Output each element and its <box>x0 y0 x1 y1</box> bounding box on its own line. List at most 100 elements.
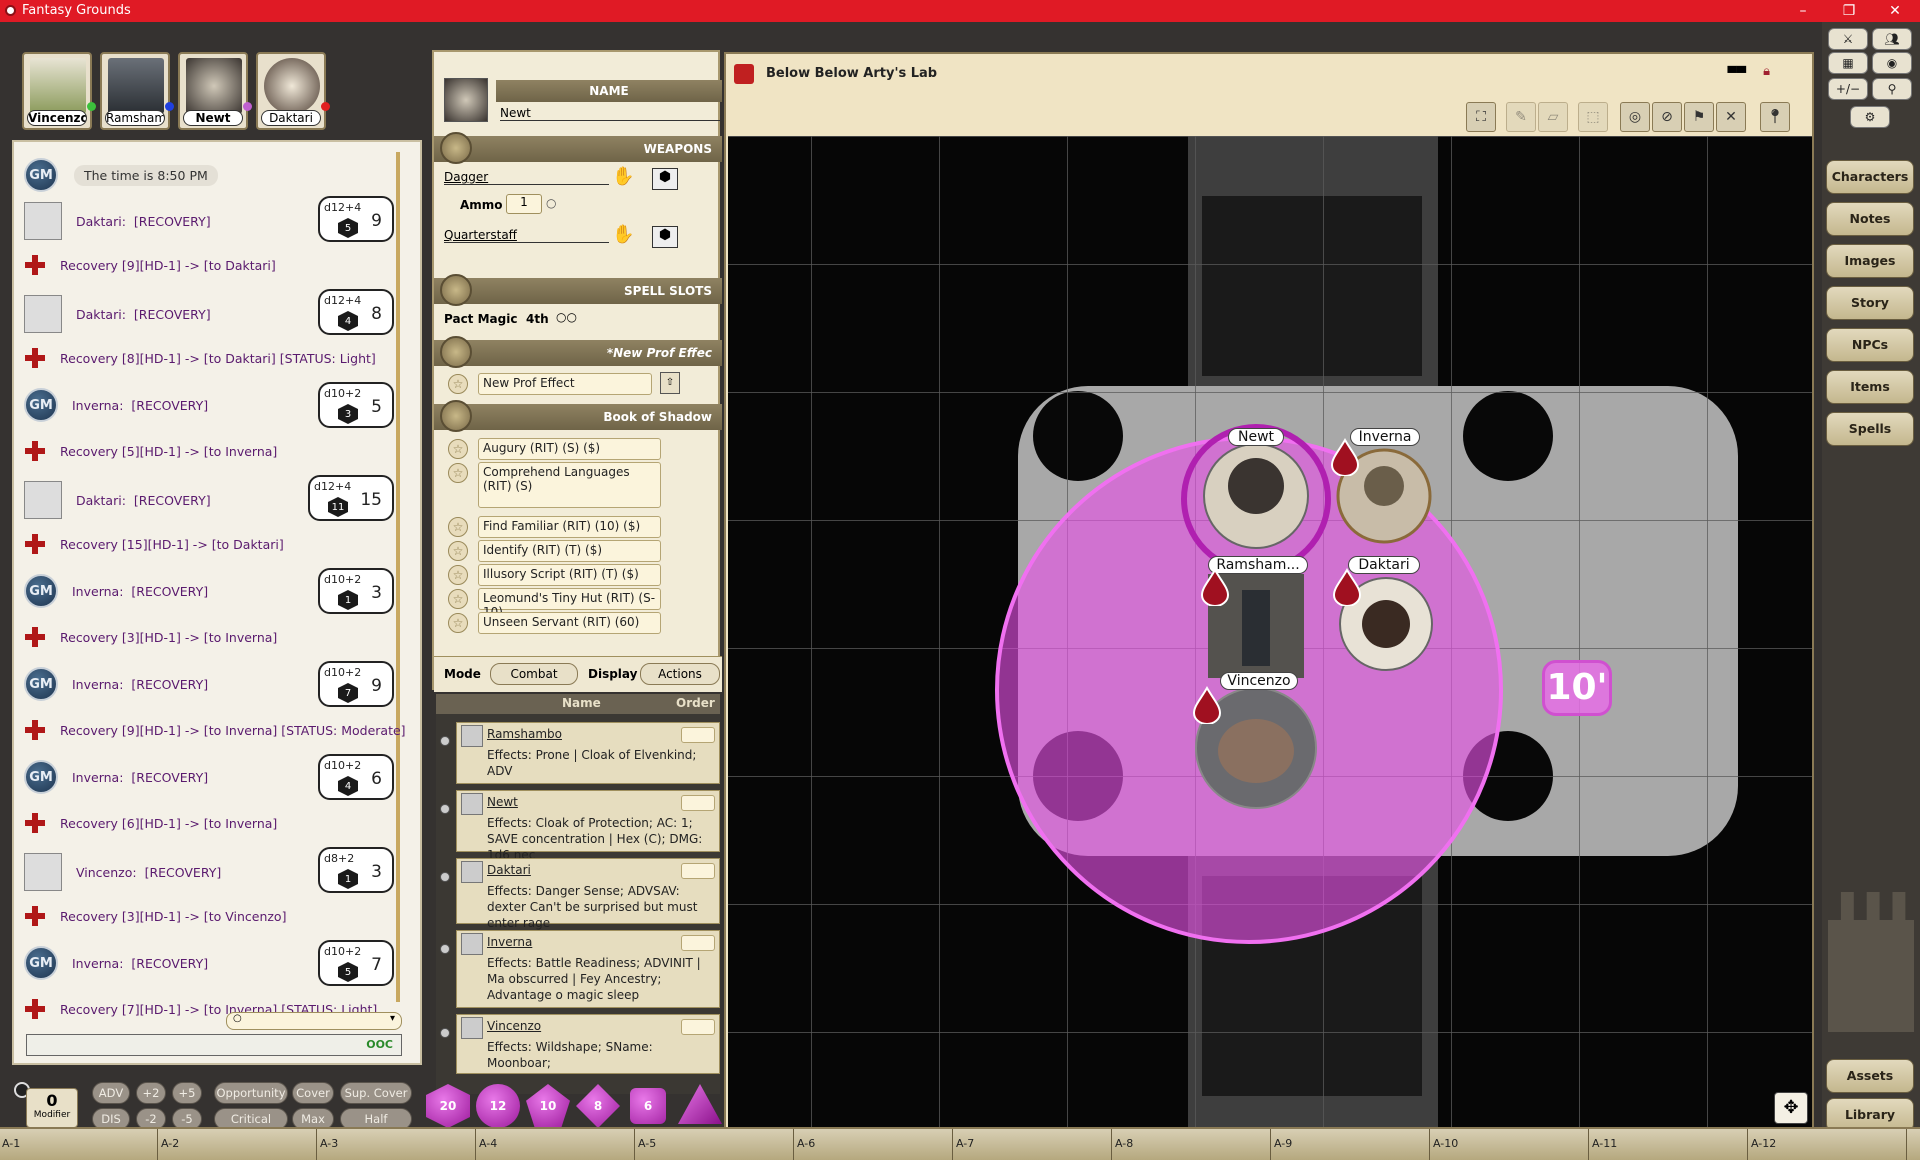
close-button[interactable]: ✕ <box>1872 0 1918 22</box>
hotkey-slot[interactable]: A-9 <box>1272 1129 1430 1160</box>
spell-item[interactable]: Leomund's Tiny Hut (RIT) (S-10) <box>478 588 661 619</box>
die-button-d8[interactable]: 8 <box>576 1084 620 1128</box>
modifier-button[interactable]: Sup. Cover <box>340 1082 412 1104</box>
flag-icon[interactable]: ⚑ <box>1684 102 1714 132</box>
die-button-d12[interactable]: 12 <box>476 1084 520 1128</box>
combatant-name[interactable]: Daktari <box>487 863 531 877</box>
modifier-button[interactable]: +2 <box>136 1082 166 1104</box>
combat-tracker[interactable]: Name Order Ramshambo Effects: Prone | Clo… <box>436 694 720 1094</box>
hotkey-slot[interactable]: A-3 <box>318 1129 476 1160</box>
combat-row[interactable]: Daktari Effects: Danger Sense; ADVSAV: de… <box>456 858 720 930</box>
spell-item[interactable]: Unseen Servant (RIT) (60) <box>478 612 661 634</box>
portrait-newt[interactable]: Newt <box>178 52 252 130</box>
combatant-name[interactable]: Vincenzo <box>487 1019 541 1033</box>
sidebar-notes-button[interactable]: Notes <box>1826 202 1914 236</box>
modifiers-button[interactable]: +/− <box>1828 78 1868 100</box>
display-select[interactable]: Actions <box>640 663 720 685</box>
hotkey-slot[interactable]: A-8 <box>1113 1129 1271 1160</box>
image-window[interactable]: Below Below Arty's Lab ▀▀ 🔒︎ ⛶ ✎ ▱ ⬚ ◎ ⊘… <box>724 52 1814 1130</box>
die-button-d6[interactable]: 6 <box>630 1088 666 1124</box>
roll-result-box[interactable]: d10+2 1 3 <box>318 568 394 614</box>
spell-item[interactable]: Augury (RIT) (S) ($) <box>478 438 661 460</box>
spell-item[interactable]: Identify (RIT) (T) ($) <box>478 540 661 562</box>
ooc-badge[interactable]: OOC <box>366 1038 393 1051</box>
sidebar-items-button[interactable]: Items <box>1826 370 1914 404</box>
draw-icon[interactable]: ✎ <box>1506 102 1536 132</box>
star-icon[interactable]: ☆ <box>448 613 468 633</box>
modifier-button[interactable]: +5 <box>172 1082 202 1104</box>
star-icon[interactable]: ☆ <box>448 517 468 537</box>
name-field[interactable]: Newt <box>500 106 722 121</box>
ammo-checkbox[interactable]: ○ <box>546 196 556 210</box>
roll-result-box[interactable]: d10+2 3 5 <box>318 382 394 428</box>
targeting-icon[interactable]: ✕ <box>1716 102 1746 132</box>
spell-item[interactable]: Find Familiar (RIT) (10) ($) <box>478 516 661 538</box>
sidebar-spells-button[interactable]: Spells <box>1826 412 1914 446</box>
prof-effect-field[interactable]: New Prof Effect <box>478 373 652 395</box>
star-icon[interactable]: ☆ <box>448 541 468 561</box>
hotkey-slot[interactable]: A-2 <box>159 1129 317 1160</box>
restore-icon[interactable]: ❐ <box>1826 0 1872 22</box>
hotkey-slot[interactable]: A-7 <box>954 1129 1112 1160</box>
hotkey-slot[interactable]: A-1 <box>0 1129 158 1160</box>
roll-result-box[interactable]: d8+2 1 3 <box>318 847 394 893</box>
roll-result-box[interactable]: d10+2 7 9 <box>318 661 394 707</box>
spell-item[interactable]: Illusory Script (RIT) (T) ($) <box>478 564 661 586</box>
combatant-name[interactable]: Ramshambo <box>487 727 562 741</box>
active-turn-radio[interactable] <box>440 736 450 746</box>
party-icon[interactable]: 👥︎ <box>1872 28 1912 50</box>
active-turn-radio[interactable] <box>440 1028 450 1038</box>
map-canvas[interactable]: Newt Inverna Ramsham... Daktari Vincenzo… <box>728 136 1812 1128</box>
spell-item[interactable]: Comprehend Languages (RIT) (S) <box>478 462 661 508</box>
lock-icon[interactable]: 🔒︎ <box>1763 64 1770 79</box>
pact-slot-checkboxes[interactable]: ○○ <box>556 310 577 324</box>
chat-input[interactable]: OOC <box>26 1034 402 1056</box>
active-turn-radio[interactable] <box>440 804 450 814</box>
combat-row[interactable]: Inverna Effects: Battle Readiness; ADVINI… <box>456 930 720 1008</box>
pin-icon[interactable]: 📍︎ <box>1760 102 1790 132</box>
active-turn-radio[interactable] <box>440 872 450 882</box>
active-turn-radio[interactable] <box>440 944 450 954</box>
sidebar-characters-button[interactable]: Characters <box>1826 160 1914 194</box>
token-newt[interactable] <box>1203 443 1309 549</box>
effects-icon[interactable]: ⚲ <box>1872 78 1912 100</box>
star-icon[interactable]: ☆ <box>448 565 468 585</box>
combat-icon[interactable]: ⚔ <box>1828 28 1868 50</box>
roll-result-box[interactable]: d10+2 4 6 <box>318 754 394 800</box>
hotkey-slot[interactable]: A-11 <box>1590 1129 1748 1160</box>
ammo-field[interactable]: 1 <box>506 194 542 214</box>
unmask-icon[interactable]: ⊘ <box>1652 102 1682 132</box>
roll-result-box[interactable]: d10+2 5 7 <box>318 940 394 986</box>
hotkey-slot[interactable]: A-5 <box>636 1129 794 1160</box>
minimize-button[interactable]: – <box>1780 0 1826 22</box>
weapon-quarterstaff[interactable]: Quarterstaff <box>444 228 609 243</box>
sheet-portrait[interactable] <box>444 78 488 122</box>
roll-result-box[interactable]: d12+4 11 15 <box>308 475 394 521</box>
modifier-box[interactable]: 0 Modifier <box>26 1088 78 1128</box>
chat-mode-select[interactable]: ○ ▾ <box>226 1012 402 1030</box>
star-icon[interactable]: ☆ <box>448 439 468 459</box>
initiative-field[interactable] <box>681 935 715 951</box>
star-icon[interactable]: ☆ <box>448 374 468 394</box>
portrait-daktari[interactable]: Daktari <box>256 52 330 130</box>
combat-row[interactable]: Vincenzo Effects: Wildshape; SName: Moonb… <box>456 1014 720 1074</box>
tables-icon[interactable]: ◉ <box>1872 52 1912 74</box>
modifier-button[interactable]: Opportunity <box>214 1082 288 1104</box>
modifier-button[interactable]: ADV <box>92 1082 130 1104</box>
roll-result-box[interactable]: d12+4 4 8 <box>318 289 394 335</box>
combat-row[interactable]: Ramshambo Effects: Prone | Cloak of Elven… <box>456 722 720 784</box>
star-icon[interactable]: ☆ <box>448 589 468 609</box>
hotkey-slot[interactable]: A-10 <box>1431 1129 1589 1160</box>
mode-select[interactable]: Combat <box>490 663 578 685</box>
character-sheet[interactable]: NAME Newt WEAPONS Dagger ✋ ⬢ Ammo 1 ○ Qu… <box>432 50 722 692</box>
weapon-damage-die-icon[interactable]: ⬢ <box>652 226 678 248</box>
sidebar-story-button[interactable]: Story <box>1826 286 1914 320</box>
map-svg[interactable] <box>728 136 1812 1128</box>
initiative-field[interactable] <box>681 1019 715 1035</box>
portrait-ramshambo[interactable]: Ramsham... <box>100 52 174 130</box>
weapon-dagger[interactable]: Dagger <box>444 170 609 185</box>
fullscreen-icon[interactable]: ⛶ <box>1466 102 1496 132</box>
initiative-field[interactable] <box>681 727 715 743</box>
two-handed-icon[interactable]: ✋ <box>612 224 640 248</box>
chat-scrollbar[interactable] <box>396 152 400 1002</box>
